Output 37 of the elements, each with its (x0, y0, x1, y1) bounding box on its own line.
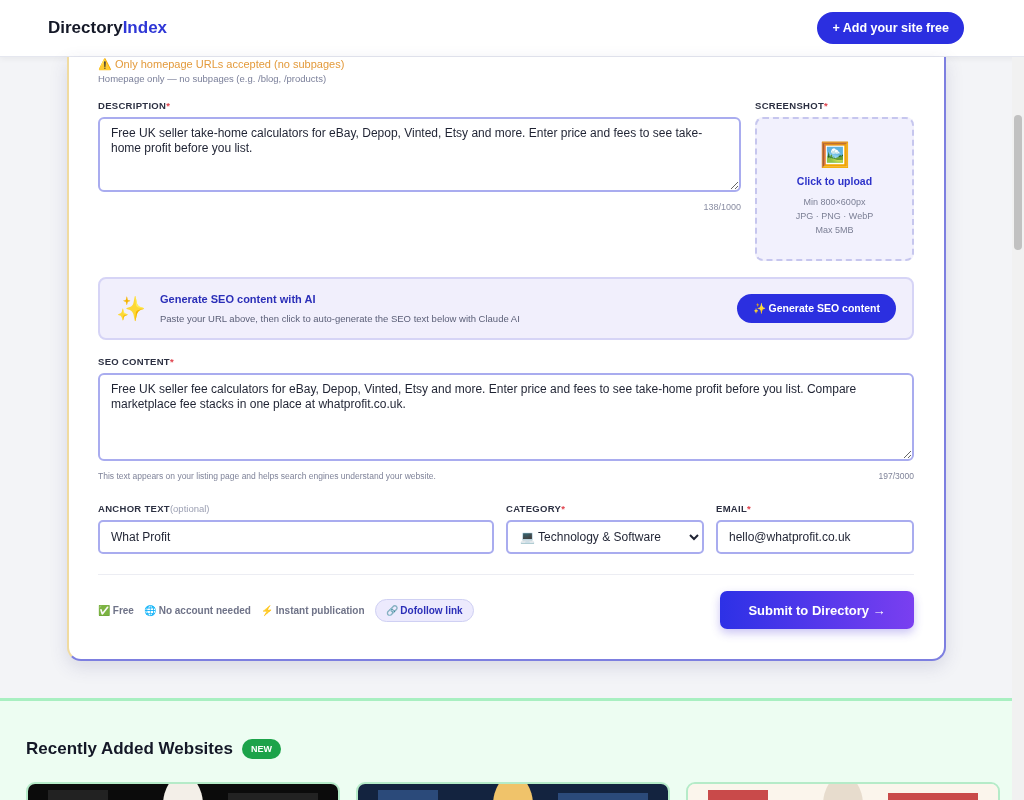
logo[interactable]: DirectoryIndex (48, 18, 168, 38)
perk-text: 🌐 No account needed (143, 604, 251, 616)
input-field[interactable]: What Profit (98, 520, 494, 554)
seo-content-field[interactable]: Free UK seller fee calculators for eBay, Depop, Vinted, Etsy and more. Enter price and fees to see take-home profit before you list. Compare marketplace fee stacks in one place at whatprofit.co.uk. (98, 373, 914, 461)
field-label: SEO CONTENT* (98, 356, 175, 367)
perk-text: ⚡ Instant publication (260, 604, 365, 616)
field-label: CATEGORY* (506, 503, 567, 514)
input-field[interactable]: hello@whatprofit.co.uk (716, 520, 914, 554)
generate-button[interactable]: ✨ Generate SEO content (736, 294, 896, 323)
new-badge: NEW (241, 739, 281, 759)
ai-title: Generate SEO content with AI (160, 293, 317, 305)
character-counter: 197/3000 (878, 471, 914, 481)
scrollbar-thumb[interactable] (1014, 115, 1022, 250)
seo-hint: This text appears on your listing page and helps search engines understand your website. (98, 471, 436, 481)
scrollbar[interactable] (1012, 57, 1024, 800)
character-counter: 138/1000 (702, 202, 741, 212)
add-site-button[interactable]: + Add your site free (817, 12, 964, 44)
submit-button[interactable]: Submit to Directory → (720, 591, 914, 629)
field-label: DESCRIPTION* (98, 100, 172, 111)
section-title: Recently Added Websites (26, 739, 233, 759)
url-hint: Homepage only — no subpages (e.g. /blog, /products) (98, 73, 328, 84)
framed-picture-icon: 🖼 (819, 141, 850, 169)
category-dropdown[interactable]: 💻 Technology & Software (506, 520, 704, 554)
upload-area[interactable]: 🖼 Click to upload Min 800×600px JPG · PNG · WebP Max 5MB (755, 117, 914, 261)
warning-text: ⚠ Only homepage URLs accepted (no subpages) (98, 57, 346, 71)
sparkles-icon: ✨ (116, 294, 146, 323)
upload-note: Max 5MB (815, 224, 854, 237)
ai-description: Paste your URL above, then click to auto-generate the SEO text below with Claude AI (160, 313, 521, 324)
field-label: SCREENSHOT* (755, 100, 829, 111)
perk-text: ✅ Free (98, 604, 134, 616)
dofollow-badge: 🔗 Dofollow link (374, 598, 474, 622)
description-field[interactable]: Free UK seller take-home calculators for eBay, Depop, Vinted, Etsy and more. Enter price and fees to see take-home profit before you list. (98, 117, 741, 192)
upload-note: JPG · PNG · WebP (795, 210, 874, 223)
upload-note: Min 800×600px (803, 196, 866, 209)
field-label: EMAIL* (716, 503, 753, 514)
field-label: ANCHOR TEXT(optional) (98, 503, 211, 514)
upload-link[interactable]: Click to upload (796, 175, 873, 187)
